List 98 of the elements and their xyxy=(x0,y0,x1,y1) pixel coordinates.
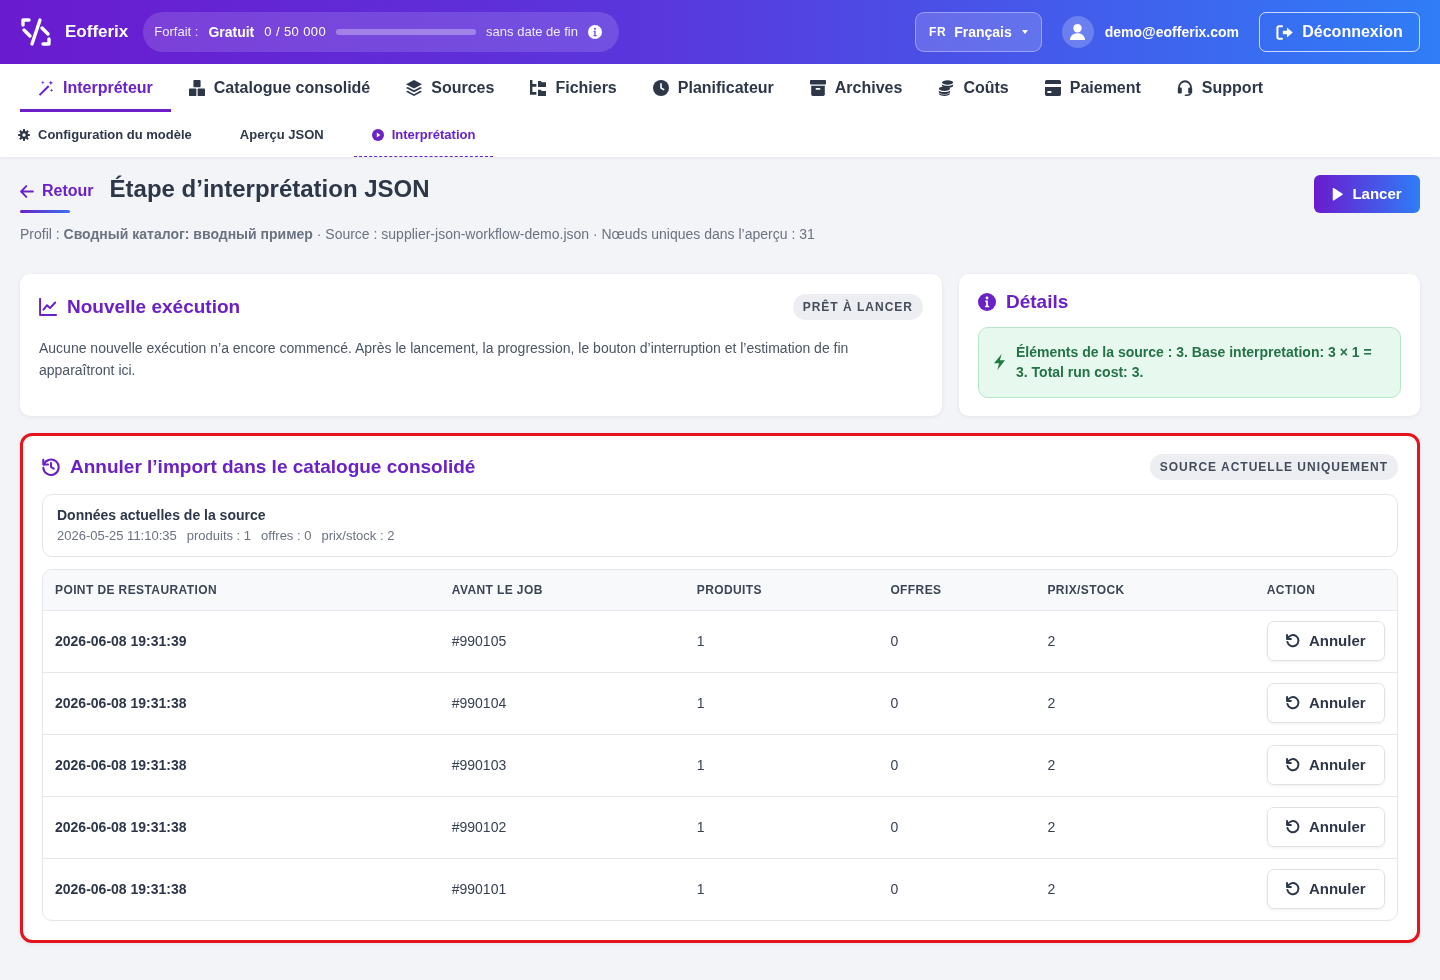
user-email: demo@eofferix.com xyxy=(1104,22,1239,42)
table-cell: 0 xyxy=(878,610,1036,673)
table-cell: 0 xyxy=(878,858,1036,921)
table-cell: #990104 xyxy=(439,672,685,735)
undo-button[interactable]: Annuler xyxy=(1266,683,1385,724)
table-cell: 0 xyxy=(878,796,1036,859)
profile-meta-text: Profil : Сводный каталог: вводный пример · Source : supplier-json-workflow-demo.json · Nœuds uniques dans l’aperçu : 31 xyxy=(20,225,816,244)
nav-tab[interactable]: Sources xyxy=(388,64,513,112)
table-cell: 2026-06-08 19:31:39 xyxy=(43,610,440,673)
undo-icon xyxy=(1285,634,1300,649)
line-chart-icon xyxy=(39,298,57,316)
logout-button[interactable]: Déconnexion xyxy=(1259,12,1420,52)
table-cell: #990101 xyxy=(439,858,685,921)
table-cell: 1 xyxy=(684,672,879,735)
coins-icon xyxy=(938,80,955,96)
table-cell: 2026-06-08 19:31:38 xyxy=(43,672,440,735)
table-cell: 1 xyxy=(684,858,879,921)
plan-expiry: sans date de fin xyxy=(486,23,578,42)
table-cell: #990105 xyxy=(439,610,685,673)
scope-tag: SOURCE ACTUELLE UNIQUEMENT xyxy=(1149,454,1398,480)
card-title: Annuler l’import dans le catalogue consolidé xyxy=(70,455,476,479)
table-cell: 2 xyxy=(1035,796,1255,859)
logout-icon xyxy=(1276,24,1294,40)
boxes-icon xyxy=(188,80,205,96)
nav-tab[interactable]: Catalogue consolidé xyxy=(170,64,389,112)
run-button[interactable]: Lancer xyxy=(1314,175,1420,213)
info-icon xyxy=(978,293,996,312)
table-cell: 2 xyxy=(1035,858,1255,921)
stat-text: prix/stock : 2 xyxy=(321,528,395,546)
column-header: OFFRES xyxy=(878,570,1036,611)
page-title: Étape d’interprétation JSON xyxy=(109,174,430,204)
table-cell: 1 xyxy=(684,796,879,859)
clock-icon xyxy=(652,80,669,96)
undo-icon xyxy=(1285,758,1300,773)
table-cell: 0 xyxy=(878,672,1036,735)
nav-tab[interactable]: Archives xyxy=(791,64,921,112)
nav-tab[interactable]: Fichiers xyxy=(512,64,635,112)
info-icon[interactable] xyxy=(587,25,602,39)
undo-icon xyxy=(1285,882,1300,897)
plan-usage: 0 / 50 000 xyxy=(264,23,327,42)
magic-wand-icon xyxy=(38,80,54,96)
logo-icon[interactable] xyxy=(20,17,52,47)
table-cell: 2 xyxy=(1035,672,1255,735)
undo-button[interactable]: Annuler xyxy=(1266,807,1385,848)
column-header: PRIX/STOCK xyxy=(1035,570,1255,611)
sub-tab[interactable]: Interprétation xyxy=(353,112,494,157)
nav-tab[interactable]: Paiement xyxy=(1026,64,1159,112)
language-button[interactable]: FR Français xyxy=(914,12,1042,52)
table-cell: #990102 xyxy=(439,796,685,859)
sub-tab[interactable]: Aperçu JSON xyxy=(221,112,342,157)
undo-button[interactable]: Annuler xyxy=(1266,621,1385,662)
back-link[interactable]: Retour xyxy=(20,174,94,213)
undo-button[interactable]: Annuler xyxy=(1266,745,1385,786)
credit-card-icon xyxy=(1044,80,1061,96)
table-cell: 2 xyxy=(1035,734,1255,797)
status-tag: PRÊT À LANCER xyxy=(792,294,923,320)
table-cell: 2026-06-08 19:31:38 xyxy=(43,858,440,921)
table-cell: #990103 xyxy=(439,734,685,797)
cost-summary-text: Éléments de la source : 3. Base interpretation: 3 × 1 = 3. Total run cost: 3. xyxy=(1016,342,1373,382)
undo-button[interactable]: Annuler xyxy=(1266,869,1385,910)
stat-text: 2026-05-25 11:10:35 xyxy=(57,528,177,546)
user-avatar-icon[interactable] xyxy=(1061,16,1094,48)
caret-icon xyxy=(1021,30,1028,34)
layers-icon xyxy=(406,80,423,96)
nav-tab[interactable]: Support xyxy=(1158,64,1282,112)
stat-text: offres : 0 xyxy=(261,528,312,546)
table-cell: 2026-06-08 19:31:38 xyxy=(43,734,440,797)
column-header: POINT DE RESTAURATION xyxy=(43,570,440,611)
table-cell: 2 xyxy=(1035,610,1255,673)
table-cell: 1 xyxy=(684,610,879,673)
history-icon xyxy=(42,458,60,476)
lightning-bolt-icon xyxy=(994,353,1005,370)
stat-text: produits : 1 xyxy=(186,528,252,546)
brand-name[interactable]: Eofferix xyxy=(65,19,129,45)
undo-icon xyxy=(1285,696,1300,711)
nav-tab[interactable]: Coûts xyxy=(920,64,1027,112)
column-header: PRODUITS xyxy=(684,570,879,611)
play-circle-icon xyxy=(371,128,384,141)
settings-icon xyxy=(18,128,30,141)
arrow-left-icon xyxy=(20,184,34,198)
column-header: AVANT LE JOB xyxy=(439,570,685,611)
nav-tab[interactable]: Planificateur xyxy=(634,64,792,112)
card-title: Nouvelle exécution xyxy=(67,295,241,319)
current-data-title: Données actuelles de la source xyxy=(57,506,267,525)
undo-icon xyxy=(1285,820,1300,835)
headset-icon xyxy=(1176,80,1193,96)
play-icon xyxy=(1332,187,1344,201)
table-cell: 1 xyxy=(684,734,879,797)
archive-box-icon xyxy=(809,80,826,96)
plan-label: Forfait : xyxy=(154,23,199,42)
run-description: Aucune nouvelle exécution n’a encore commencé. Après le lancement, la progression, le bouton d’interruption et l’estimation de fin apparaîtront ici. xyxy=(39,339,850,380)
card-title: Détails xyxy=(1006,291,1069,314)
column-header: ACTION xyxy=(1254,570,1397,611)
table-cell: 2026-06-08 19:31:38 xyxy=(43,796,440,859)
sub-tab[interactable]: Configuration du modèle xyxy=(0,112,210,157)
plan-name: Gratuit xyxy=(208,22,255,42)
folder-tree-icon xyxy=(530,80,547,96)
table-cell: 0 xyxy=(878,734,1036,797)
